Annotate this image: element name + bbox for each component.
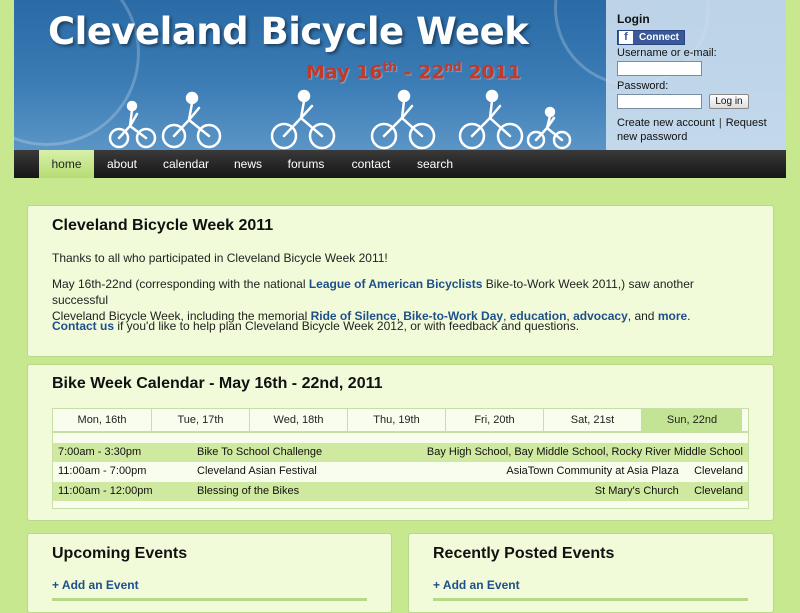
event-place: St Mary's Church Cleveland xyxy=(594,485,743,497)
day-tab[interactable]: Thu, 19th xyxy=(348,409,446,431)
username-input[interactable] xyxy=(617,61,702,76)
create-account-link[interactable]: Create new account xyxy=(617,117,715,129)
intro-description: May 16th-22nd (corresponding with the na… xyxy=(52,277,694,323)
nav-contact[interactable]: contact xyxy=(344,150,398,178)
login-title: Login xyxy=(617,12,650,26)
league-link[interactable]: League of American Bicyclists xyxy=(309,277,483,291)
day-tab[interactable]: Wed, 18th xyxy=(250,409,348,431)
event-time: 11:00am - 7:00pm xyxy=(58,465,147,477)
site-title[interactable]: Cleveland Bicycle Week xyxy=(48,10,529,53)
cyclist-figure xyxy=(161,91,222,149)
login-panel: Login f Connect Username or e-mail: Pass… xyxy=(606,0,786,150)
nav-about[interactable]: about xyxy=(100,150,144,178)
event-time: 11:00am - 12:00pm xyxy=(58,485,153,497)
login-links: Create new account | Request new password xyxy=(617,116,782,144)
password-input[interactable] xyxy=(617,94,702,109)
calendar-title: Bike Week Calendar - May 16th - 22nd, 20… xyxy=(52,375,383,392)
recently-posted-title: Recently Posted Events xyxy=(433,545,615,562)
event-name[interactable]: Cleveland Asian Festival xyxy=(197,462,317,481)
recently-posted-panel: Recently Posted Events + Add an Event xyxy=(408,533,774,613)
upcoming-events-panel: Upcoming Events + Add an Event xyxy=(27,533,392,613)
day-tab-active[interactable]: Sun, 22nd xyxy=(642,409,742,431)
event-name[interactable]: Bike To School Challenge xyxy=(197,443,322,462)
site-header: Cleveland Bicycle Week May 16th - 22nd 2… xyxy=(14,0,786,150)
upcoming-events-title: Upcoming Events xyxy=(52,545,188,562)
day-tab[interactable]: Mon, 16th xyxy=(53,409,152,431)
username-label: Username or e-mail: xyxy=(617,47,717,59)
cyclist-figure xyxy=(370,89,436,150)
main-navigation: home about calendar news forums contact … xyxy=(14,150,786,178)
cyclist-figure xyxy=(270,89,336,150)
intro-panel: Cleveland Bicycle Week 2011 Thanks to al… xyxy=(27,205,774,357)
nav-search[interactable]: search xyxy=(412,150,458,178)
contact-us-link[interactable]: Contact us xyxy=(52,319,114,333)
event-time: 7:00am - 3:30pm xyxy=(58,446,142,458)
cyclist-figure xyxy=(108,100,157,149)
calendar-day-tabs: Mon, 16th Tue, 17th Wed, 18th Thu, 19th … xyxy=(52,408,749,432)
facebook-icon: f xyxy=(619,31,633,44)
intro-title: Cleveland Bicycle Week 2011 xyxy=(52,217,274,234)
day-tab[interactable]: Sat, 21st xyxy=(544,409,642,431)
day-tab[interactable]: Tue, 17th xyxy=(152,409,250,431)
nav-news[interactable]: news xyxy=(228,150,268,178)
event-name[interactable]: Blessing of the Bikes xyxy=(197,482,299,501)
event-place: AsiaTown Community at Asia Plaza Clevela… xyxy=(506,465,743,477)
nav-forums[interactable]: forums xyxy=(282,150,330,178)
nav-calendar[interactable]: calendar xyxy=(156,150,216,178)
facebook-connect-label: Connect xyxy=(639,32,679,43)
cyclists-illustration xyxy=(108,89,572,150)
nav-home[interactable]: home xyxy=(39,150,94,178)
cyclist-figure xyxy=(458,89,524,150)
link-separator: | xyxy=(718,117,722,129)
intro-thanks: Thanks to all who participated in Clevel… xyxy=(52,251,388,265)
event-place: Bay High School, Bay Middle School, Rock… xyxy=(426,446,743,458)
cyclist-figure xyxy=(526,106,572,150)
login-button[interactable]: Log in xyxy=(709,94,749,109)
site-dates: May 16th - 22nd 2011 xyxy=(306,60,522,84)
event-row[interactable]: 7:00am - 3:30pm Bike To School Challenge… xyxy=(53,443,748,462)
day-tab[interactable]: Fri, 20th xyxy=(446,409,544,431)
event-row[interactable]: 11:00am - 7:00pm Cleveland Asian Festiva… xyxy=(53,462,748,481)
advocacy-link[interactable]: advocacy xyxy=(573,309,628,323)
intro-contact: Contact us if you'd like to help plan Cl… xyxy=(52,319,580,333)
add-event-link[interactable]: + Add an Event xyxy=(52,578,139,592)
more-link[interactable]: more xyxy=(658,309,687,323)
event-row[interactable]: 11:00am - 12:00pm Blessing of the Bikes … xyxy=(53,482,748,501)
add-event-link[interactable]: + Add an Event xyxy=(433,578,520,592)
facebook-connect-button[interactable]: f Connect xyxy=(617,30,685,45)
calendar-event-list: 7:00am - 3:30pm Bike To School Challenge… xyxy=(52,432,749,509)
password-label: Password: xyxy=(617,80,669,92)
